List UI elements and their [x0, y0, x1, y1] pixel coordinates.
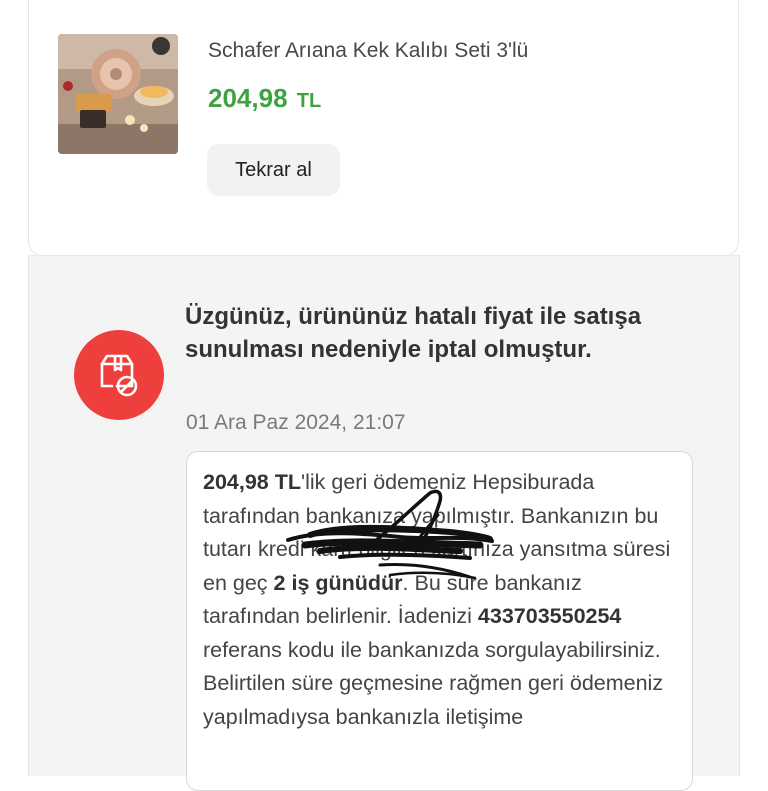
buy-again-button[interactable]: Tekrar al	[207, 144, 340, 196]
refund-text-4: referans kodu ile bankanızda sorgulayabi…	[203, 637, 664, 729]
redacted-card-info: kredi kartı bilgileri	[257, 537, 426, 561]
refund-duration: 2 iş günüdür	[273, 570, 403, 595]
refund-message-box: 204,98 TL'lik geri ödemeniz Hepsiburada …	[186, 451, 693, 791]
cancellation-date: 01 Ara Paz 2024, 21:07	[186, 411, 406, 434]
reference-code: 433703550254	[477, 604, 622, 628]
refund-amount: 204,98 TL	[203, 470, 301, 494]
product-price: 204,98 TL	[208, 83, 321, 114]
price-amount: 204,98	[208, 83, 288, 113]
product-image[interactable]	[58, 34, 178, 154]
cancelled-package-icon	[100, 354, 138, 397]
cancellation-title: Üzgünüz, ürününüz hatalı fiyat ile satış…	[185, 303, 642, 363]
product-photo	[58, 34, 178, 154]
price-currency: TL	[296, 90, 322, 112]
cancellation-status-icon	[74, 330, 164, 420]
product-name[interactable]: Schafer Arıana Kek Kalıbı Seti 3'lü	[208, 39, 528, 63]
